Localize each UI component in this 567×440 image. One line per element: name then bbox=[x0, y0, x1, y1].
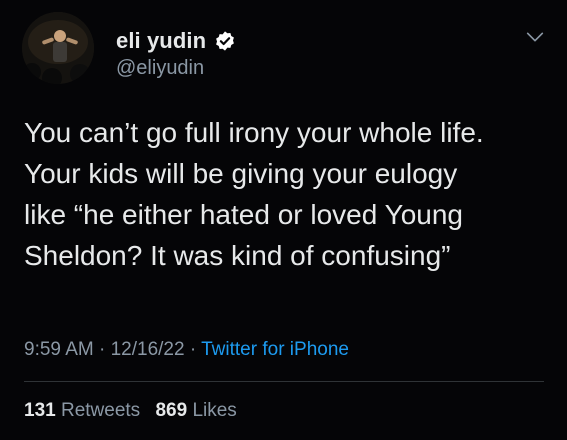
tweet-meta: 9:59 AM · 12/16/22 · Twitter for iPhone bbox=[24, 339, 349, 361]
meta-separator: · bbox=[189, 339, 197, 360]
tweet-time[interactable]: 9:59 AM bbox=[24, 339, 94, 360]
meta-separator: · bbox=[99, 339, 106, 360]
divider bbox=[24, 381, 544, 382]
tweet-date[interactable]: 12/16/22 bbox=[111, 339, 185, 360]
tweet-text-line: Your kids will be giving your eulogy bbox=[24, 158, 458, 189]
tweet-text: You can’t go full irony your whole life.… bbox=[24, 112, 554, 276]
tweet-source-link[interactable]: Twitter for iPhone bbox=[201, 339, 349, 360]
author-display-name[interactable]: eli yudin bbox=[116, 28, 206, 54]
likes-stat[interactable]: 869 Likes bbox=[155, 400, 236, 421]
retweets-count: 131 bbox=[24, 400, 56, 421]
author-handle[interactable]: @eliyudin bbox=[116, 57, 204, 80]
tweet-text-line: Sheldon? It was kind of confusing” bbox=[24, 240, 451, 271]
chevron-down-icon[interactable] bbox=[524, 26, 546, 48]
likes-label: Likes bbox=[192, 400, 237, 421]
tweet-text-line: You can’t go full irony your whole life. bbox=[24, 117, 484, 148]
tweet-stats: 131 Retweets 869 Likes bbox=[24, 400, 237, 422]
retweets-stat[interactable]: 131 Retweets bbox=[24, 400, 140, 421]
verified-badge-icon bbox=[216, 31, 235, 51]
avatar[interactable] bbox=[22, 12, 94, 84]
retweets-label: Retweets bbox=[60, 400, 141, 421]
tweet-text-line: like “he either hated or loved Young bbox=[24, 199, 463, 230]
author-name-row: eli yudin bbox=[116, 28, 236, 54]
tweet-card: eli yudin @eliyudin You can’t go full ir… bbox=[0, 0, 567, 440]
avatar-photo-icon bbox=[22, 12, 94, 84]
likes-count: 869 bbox=[155, 400, 188, 421]
